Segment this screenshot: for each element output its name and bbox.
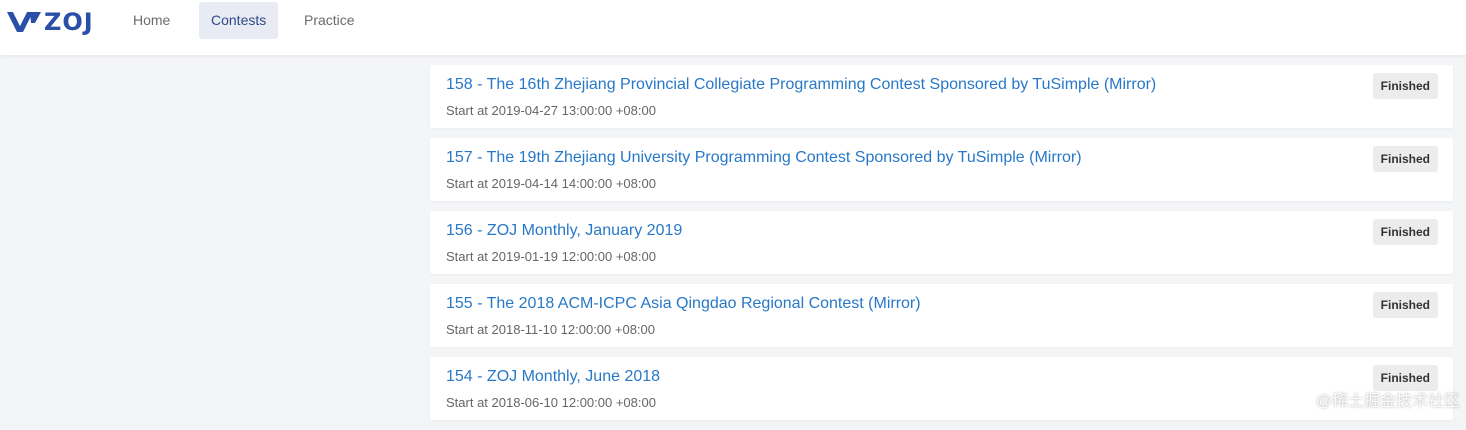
contest-card: 155 - The 2018 ACM-ICPC Asia Qingdao Reg… [430,284,1453,347]
contest-title-link[interactable]: 155 - The 2018 ACM-ICPC Asia Qingdao Reg… [446,295,921,313]
contest-card: 158 - The 16th Zhejiang Provincial Colle… [430,65,1453,128]
contest-start-time: Start at 2019-04-14 14:00:00 +08:00 [446,176,656,191]
contest-start-time: Start at 2018-11-10 12:00:00 +08:00 [446,322,655,337]
logo-text: ZOJ [44,9,94,35]
contest-title-link[interactable]: 157 - The 19th Zhejiang University Progr… [446,149,1082,167]
nav-home[interactable]: Home [121,2,182,39]
zoj-logo-icon [6,9,42,35]
contest-title-link[interactable]: 158 - The 16th Zhejiang Provincial Colle… [446,76,1156,94]
contest-title-link[interactable]: 156 - ZOJ Monthly, January 2019 [446,222,682,240]
contest-list: 158 - The 16th Zhejiang Provincial Colle… [430,65,1453,430]
contest-start-time: Start at 2019-04-27 13:00:00 +08:00 [446,103,656,118]
status-badge: Finished [1373,146,1438,172]
contest-card: 154 - ZOJ Monthly, June 2018 Start at 20… [430,357,1453,420]
status-badge: Finished [1373,73,1438,99]
watermark: @稀土掘金技术社区 [1316,387,1460,411]
contest-start-time: Start at 2019-01-19 12:00:00 +08:00 [446,249,656,264]
status-badge: Finished [1373,292,1438,318]
status-badge: Finished [1373,219,1438,245]
top-navbar: ZOJ Home Contests Practice [0,0,1466,55]
contest-card: 157 - The 19th Zhejiang University Progr… [430,138,1453,201]
contest-title-link[interactable]: 154 - ZOJ Monthly, June 2018 [446,368,660,386]
contest-start-time: Start at 2018-06-10 12:00:00 +08:00 [446,395,656,410]
nav-contests[interactable]: Contests [199,2,278,39]
zoj-logo[interactable]: ZOJ [6,9,94,35]
contest-card: 156 - ZOJ Monthly, January 2019 Start at… [430,211,1453,274]
nav-practice[interactable]: Practice [292,2,367,39]
